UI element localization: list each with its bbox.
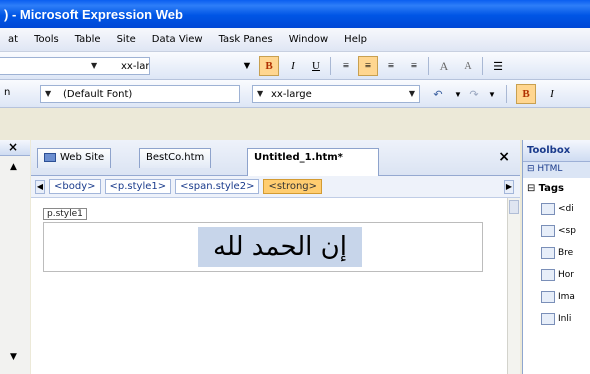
- dropdown-arrow-icon: ▼: [257, 89, 264, 98]
- dropdown-arrow-icon: ▼: [91, 61, 98, 70]
- item-label: Hor: [558, 270, 574, 280]
- dropdown-arrow-icon: ▼: [45, 89, 52, 98]
- separator: [506, 85, 507, 103]
- web-site-icon: [44, 152, 56, 162]
- document-tabs: Web Site BestCo.htm Untitled_1.htm* ×: [31, 140, 520, 176]
- tab-label: Web Site: [60, 152, 105, 163]
- collapse-icon: ⊟: [527, 164, 538, 174]
- grow-font-button[interactable]: A: [434, 56, 454, 76]
- tab-label: BestCo.htm: [146, 152, 205, 163]
- font-size-value-2: xx-large: [271, 88, 312, 100]
- italic-button-2[interactable]: I: [542, 84, 562, 104]
- tab-web-site[interactable]: Web Site: [37, 148, 112, 168]
- item-label: Ima: [558, 292, 575, 302]
- break-icon: [541, 247, 555, 259]
- title-bar: ) - Microsoft Expression Web: [0, 0, 590, 28]
- redo-dropdown-icon[interactable]: ▼: [482, 84, 502, 104]
- scrollbar-thumb[interactable]: [509, 200, 519, 214]
- toolbox-item-break[interactable]: Bre: [541, 244, 590, 262]
- scroll-right-icon[interactable]: ▶: [504, 180, 514, 194]
- toolbox-panel: Toolbox ⊟ HTML ⊟ Tags <di <sp Bre Hor Im…: [522, 140, 590, 374]
- toolbox-title: Toolbox: [523, 140, 590, 162]
- menu-format-partial[interactable]: at: [0, 34, 26, 45]
- dropdown-arrow-icon: ▼: [408, 89, 415, 98]
- redo-icon[interactable]: ↷: [464, 84, 484, 104]
- span-icon: [541, 225, 555, 237]
- dropdown-arrow-icon[interactable]: ▼: [237, 56, 257, 76]
- font-size-value: xx-large: [121, 60, 150, 72]
- breadcrumb-span[interactable]: <span.style2>: [175, 179, 260, 194]
- div-icon: [541, 203, 555, 215]
- toolbox-group-tags[interactable]: ⊟ Tags: [523, 180, 590, 198]
- justify-icon[interactable]: ≡: [404, 56, 424, 76]
- panel-scrollbar[interactable]: ▲ ▼: [0, 156, 30, 374]
- separator: [428, 57, 429, 75]
- close-icon[interactable]: ×: [8, 140, 18, 154]
- font-family-dropdown[interactable]: ▼ (Default Font): [40, 85, 240, 103]
- close-icon[interactable]: ×: [498, 149, 510, 165]
- item-label: <sp: [558, 226, 576, 236]
- tab-label: Untitled_1.htm*: [254, 152, 343, 163]
- font-size-dropdown-2[interactable]: ▼ xx-large ▼: [252, 85, 420, 103]
- breadcrumb-body[interactable]: <body>: [49, 179, 101, 194]
- vertical-scrollbar[interactable]: [507, 198, 520, 374]
- separator: [482, 57, 483, 75]
- section-label: HTML: [537, 164, 563, 174]
- tag-label: p.style1: [43, 208, 87, 220]
- menu-table[interactable]: Table: [67, 34, 109, 45]
- folder-list-panel: × ▲ ▼: [0, 140, 30, 374]
- collapse-icon: ⊟: [527, 183, 539, 194]
- menu-task-panes[interactable]: Task Panes: [211, 34, 281, 45]
- scroll-left-icon[interactable]: ◀: [35, 179, 45, 194]
- toolbox-item-image[interactable]: Ima: [541, 288, 590, 306]
- formatting-toolbar-1: xx-large ▼ ▼ B I U ≡ ≡ ≡ ≡ A A ☰: [0, 52, 590, 80]
- quick-tag-selector: ◀ <body> <p.style1> <span.style2> <stron…: [31, 176, 520, 198]
- menu-window[interactable]: Window: [281, 34, 336, 45]
- design-view[interactable]: p.style1 إن الحمد لله: [31, 198, 507, 374]
- font-size-dropdown[interactable]: xx-large ▼: [0, 57, 150, 75]
- paragraph-box[interactable]: إن الحمد لله: [43, 222, 483, 272]
- align-center-icon[interactable]: ≡: [358, 56, 378, 76]
- scroll-down-icon[interactable]: ▼: [10, 352, 17, 362]
- numbered-list-icon[interactable]: ☰: [488, 56, 508, 76]
- separator: [330, 57, 331, 75]
- panel-header: ×: [0, 140, 30, 156]
- toolbox-item-span[interactable]: <sp: [541, 222, 590, 240]
- selected-text[interactable]: إن الحمد لله: [198, 227, 362, 267]
- breadcrumb-strong[interactable]: <strong>: [263, 179, 323, 194]
- toolbox-item-div[interactable]: <di: [541, 200, 590, 218]
- menu-data-view[interactable]: Data View: [144, 34, 211, 45]
- toolbox-item-inline-frame[interactable]: Inli: [541, 310, 590, 328]
- toolbox-item-horizontal-line[interactable]: Hor: [541, 266, 590, 284]
- italic-button[interactable]: I: [283, 56, 303, 76]
- bold-button[interactable]: B: [259, 56, 279, 76]
- bold-button-2[interactable]: B: [516, 84, 536, 104]
- horizontal-line-icon: [541, 269, 555, 281]
- menu-site[interactable]: Site: [109, 34, 144, 45]
- formatting-toolbar-2: n ▼ (Default Font) ▼ xx-large ▼ ↶ ▼ ↷ ▼ …: [0, 80, 590, 108]
- image-icon: [541, 291, 555, 303]
- shrink-font-button[interactable]: A: [458, 56, 478, 76]
- tab-bestco[interactable]: BestCo.htm: [139, 148, 212, 168]
- item-label: <di: [558, 204, 574, 214]
- align-right-icon[interactable]: ≡: [381, 56, 401, 76]
- scroll-up-icon[interactable]: ▲: [10, 162, 17, 172]
- menu-help[interactable]: Help: [336, 34, 375, 45]
- window-title: ) - Microsoft Expression Web: [4, 6, 183, 22]
- inline-frame-icon: [541, 313, 555, 325]
- editor-area: Web Site BestCo.htm Untitled_1.htm* × ◀ …: [31, 140, 520, 374]
- item-label: Bre: [558, 248, 574, 258]
- tab-untitled[interactable]: Untitled_1.htm*: [247, 148, 379, 176]
- toolbox-section-html[interactable]: ⊟ HTML: [523, 162, 590, 178]
- underline-button[interactable]: U: [306, 56, 326, 76]
- font-family-value: (Default Font): [63, 88, 133, 100]
- undo-icon[interactable]: ↶: [428, 84, 448, 104]
- item-label: Inli: [558, 314, 572, 324]
- menu-bar: at Tools Table Site Data View Task Panes…: [0, 28, 590, 52]
- style-fragment: n: [4, 87, 11, 98]
- menu-tools[interactable]: Tools: [26, 34, 67, 45]
- align-left-icon[interactable]: ≡: [336, 56, 356, 76]
- group-label: Tags: [538, 183, 564, 194]
- breadcrumb-p[interactable]: <p.style1>: [104, 179, 172, 194]
